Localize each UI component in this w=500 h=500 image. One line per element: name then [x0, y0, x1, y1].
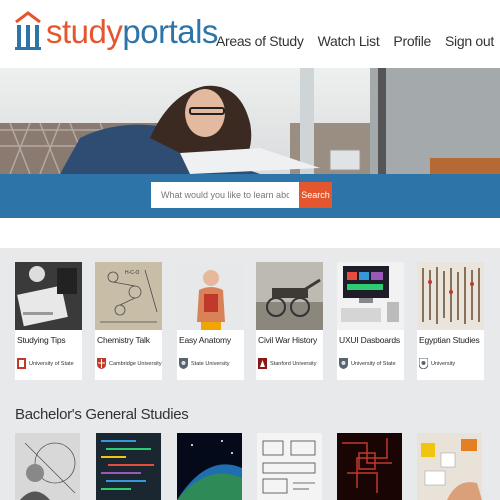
main-nav: Areas of Study Watch List Profile Sign o…: [202, 33, 494, 49]
svg-text:H-C-O: H-C-O: [125, 270, 140, 276]
university-row: University: [419, 358, 455, 369]
red-crest-icon: [17, 358, 26, 369]
university-name: University: [431, 360, 456, 367]
course-card[interactable]: Studying Tips University of State: [15, 262, 82, 380]
course-title: Studying Tips: [17, 335, 66, 345]
course-thumbnail[interactable]: [417, 433, 482, 500]
nav-sign-out[interactable]: Sign out: [445, 33, 494, 49]
section-title: Bachelor's General Studies: [15, 406, 189, 423]
top-header: studyportals Areas of Study Watch List P…: [0, 0, 500, 68]
course-thumbnail: [256, 262, 323, 330]
course-title: Chemistry Talk: [97, 335, 150, 345]
building-icon: [15, 11, 41, 50]
red-crest-icon: [258, 358, 267, 369]
gray-shield-icon: [339, 358, 348, 369]
course-card[interactable]: Egyptian Studies University: [417, 262, 484, 380]
university-name: Cambridge University: [109, 360, 162, 367]
university-row: University of State: [17, 358, 74, 369]
nav-watch-list[interactable]: Watch List: [318, 33, 380, 49]
course-card[interactable]: Civil War History Stanford University: [256, 262, 323, 380]
university-name: Stanford University: [270, 360, 317, 367]
course-thumbnail: [417, 262, 484, 330]
studyportals-logo[interactable]: studyportals: [14, 10, 218, 52]
university-name: State University: [191, 360, 230, 367]
course-card[interactable]: H-C-O Chemistry Talk Cambridge Universit…: [95, 262, 162, 380]
course-thumbnail[interactable]: [257, 433, 322, 500]
course-title: Egyptian Studies: [419, 335, 480, 345]
course-thumbnail[interactable]: [15, 433, 80, 500]
course-title: UXUI Dasboards: [339, 335, 400, 345]
gray-circle-shield-icon: [419, 358, 428, 369]
course-thumbnail: [337, 262, 404, 330]
spacer: [0, 218, 500, 248]
university-row: Stanford University: [258, 358, 316, 369]
course-thumbnail: [15, 262, 82, 330]
course-thumbnail: [177, 262, 244, 330]
gray-shield-icon: [179, 358, 188, 369]
search-input[interactable]: [151, 182, 299, 208]
course-thumbnail[interactable]: [96, 433, 161, 500]
course-card[interactable]: Easy Anatomy State University: [177, 262, 244, 380]
nav-profile[interactable]: Profile: [393, 33, 431, 49]
logo-wordmark: studyportals: [46, 15, 218, 48]
course-thumbnail: H-C-O: [95, 262, 162, 330]
search-button[interactable]: Search: [299, 182, 332, 208]
university-name: University of State: [29, 360, 74, 367]
hero-photo: [0, 68, 500, 174]
university-name: University of State: [351, 360, 396, 367]
university-row: Cambridge University: [97, 358, 162, 369]
nav-areas-of-study[interactable]: Areas of Study: [216, 33, 304, 49]
course-thumbnail[interactable]: [337, 433, 402, 500]
red-shield-icon: [97, 358, 106, 369]
course-title: Civil War History: [258, 335, 318, 345]
logo-study: study: [46, 12, 123, 50]
hero-image: [0, 68, 500, 174]
university-row: University of State: [339, 358, 396, 369]
university-row: State University: [179, 358, 230, 369]
search-form: Search: [151, 182, 332, 208]
course-card[interactable]: UXUI Dasboards University of State: [337, 262, 404, 380]
course-thumbnail[interactable]: [177, 433, 242, 500]
course-title: Easy Anatomy: [179, 335, 231, 345]
